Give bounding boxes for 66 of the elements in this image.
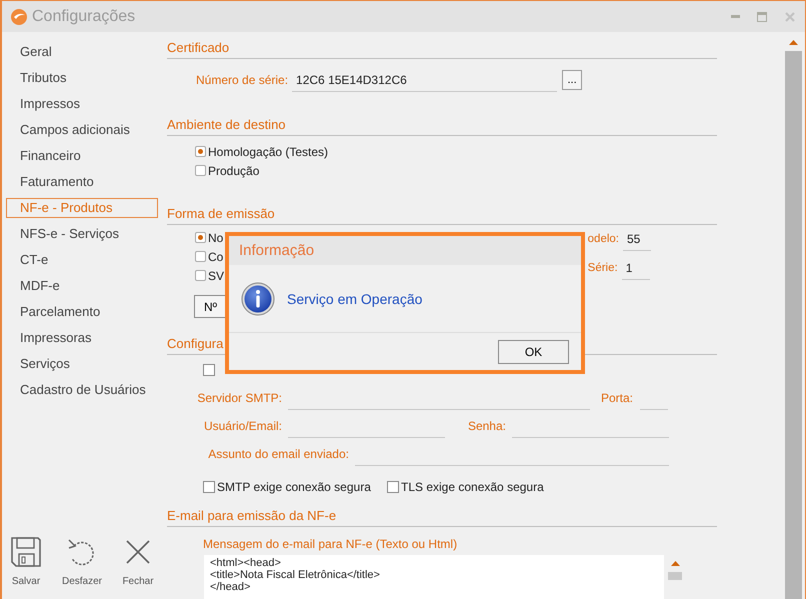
sidebar-item[interactable]: Cadastro de Usuários xyxy=(6,380,158,400)
sidebar-item[interactable]: Campos adicionais xyxy=(6,120,158,140)
dialog-title: Informação xyxy=(239,242,314,259)
radio-button[interactable] xyxy=(195,146,206,157)
radio-button[interactable] xyxy=(195,251,206,262)
text-line: <html><head> xyxy=(210,557,282,569)
sidebar-item[interactable]: NFS-e - Serviços xyxy=(6,224,158,244)
section-title: E-mail para emissão da NF-e xyxy=(167,508,336,523)
text-area[interactable]: <html><head> <title>Nota Fiscal Eletrônica</title> </head> xyxy=(204,555,664,599)
radio-button[interactable] xyxy=(195,232,206,243)
sidebar-item[interactable]: Tributos xyxy=(6,68,158,88)
input-field[interactable]: 55 xyxy=(623,227,651,251)
sidebar-item[interactable]: Parcelamento xyxy=(6,302,158,322)
radio-button[interactable] xyxy=(195,270,206,281)
toolbar-button[interactable]: Desfazer xyxy=(62,536,102,587)
info-icon xyxy=(241,282,275,316)
section-title: Configura xyxy=(167,336,224,351)
checkbox[interactable] xyxy=(203,364,215,376)
option-label: No xyxy=(208,230,224,244)
option-label: Homologação (Testes) xyxy=(208,144,328,158)
minimize-icon xyxy=(731,15,740,18)
maximize-icon xyxy=(756,10,768,22)
section-title: Ambiente de destino xyxy=(167,117,286,132)
checkbox-label: SMTP exige conexão segura xyxy=(217,480,371,494)
toolbar-button[interactable]: Fechar xyxy=(122,536,154,587)
field-label: Porta: xyxy=(600,390,633,407)
checkbox[interactable] xyxy=(387,481,399,493)
field-label: Servidor SMTP: xyxy=(196,390,282,407)
scroll-up-icon xyxy=(789,39,798,45)
toolbar-button[interactable]: Salvar xyxy=(10,536,42,587)
sidebar-item[interactable]: Faturamento xyxy=(6,172,158,192)
checkbox[interactable] xyxy=(203,481,215,493)
sidebar-item[interactable]: Serviços xyxy=(6,354,158,374)
option-label: SV xyxy=(208,268,224,282)
field-label: Usuário/Email: xyxy=(202,418,282,435)
field-label: Série: xyxy=(588,261,618,276)
field-label: Número de série: xyxy=(196,72,288,89)
ok-button[interactable]: OK xyxy=(498,340,569,364)
sidebar-item[interactable]: CT-e xyxy=(6,250,158,270)
scrollbar-thumb[interactable] xyxy=(668,572,682,580)
input-field[interactable]: 1 xyxy=(622,256,650,280)
sidebar-item[interactable]: Impressoras xyxy=(6,328,158,348)
section-title: Certificado xyxy=(167,40,230,55)
sidebar-item[interactable]: Impressos xyxy=(6,94,158,114)
input-field[interactable]: 12C6 15E14D312C6 xyxy=(292,68,558,92)
sidebar-item[interactable]: MDF-e xyxy=(6,276,158,296)
section-title: Forma de emissão xyxy=(167,206,275,221)
scroll-up-icon xyxy=(670,560,680,566)
sidebar-item[interactable]: Financeiro xyxy=(6,146,158,166)
field-label: Mensagem do e-mail para NF-e (Texto ou Html) xyxy=(203,536,458,552)
sidebar-item[interactable]: Geral xyxy=(6,42,158,62)
logo-icon xyxy=(10,8,28,26)
field-label: Senha: xyxy=(466,418,506,435)
text-line: </head> xyxy=(210,581,252,593)
window-title: Configurações xyxy=(32,8,136,26)
radio-button[interactable] xyxy=(195,165,206,176)
scrollbar-thumb[interactable] xyxy=(785,51,802,599)
dialog-message: Serviço em Operação xyxy=(287,290,422,306)
checkbox-label: TLS exige conexão segura xyxy=(401,480,544,494)
browse-button[interactable]: ... xyxy=(562,70,582,90)
field-label: Assunto do email enviado: xyxy=(207,446,349,463)
field-label: odelo: xyxy=(588,232,619,247)
option-label: Co xyxy=(208,250,224,264)
text-line: <title>Nota Fiscal Eletrônica</title> xyxy=(210,569,381,581)
option-label: Produção xyxy=(208,164,260,178)
close-icon xyxy=(784,10,796,22)
